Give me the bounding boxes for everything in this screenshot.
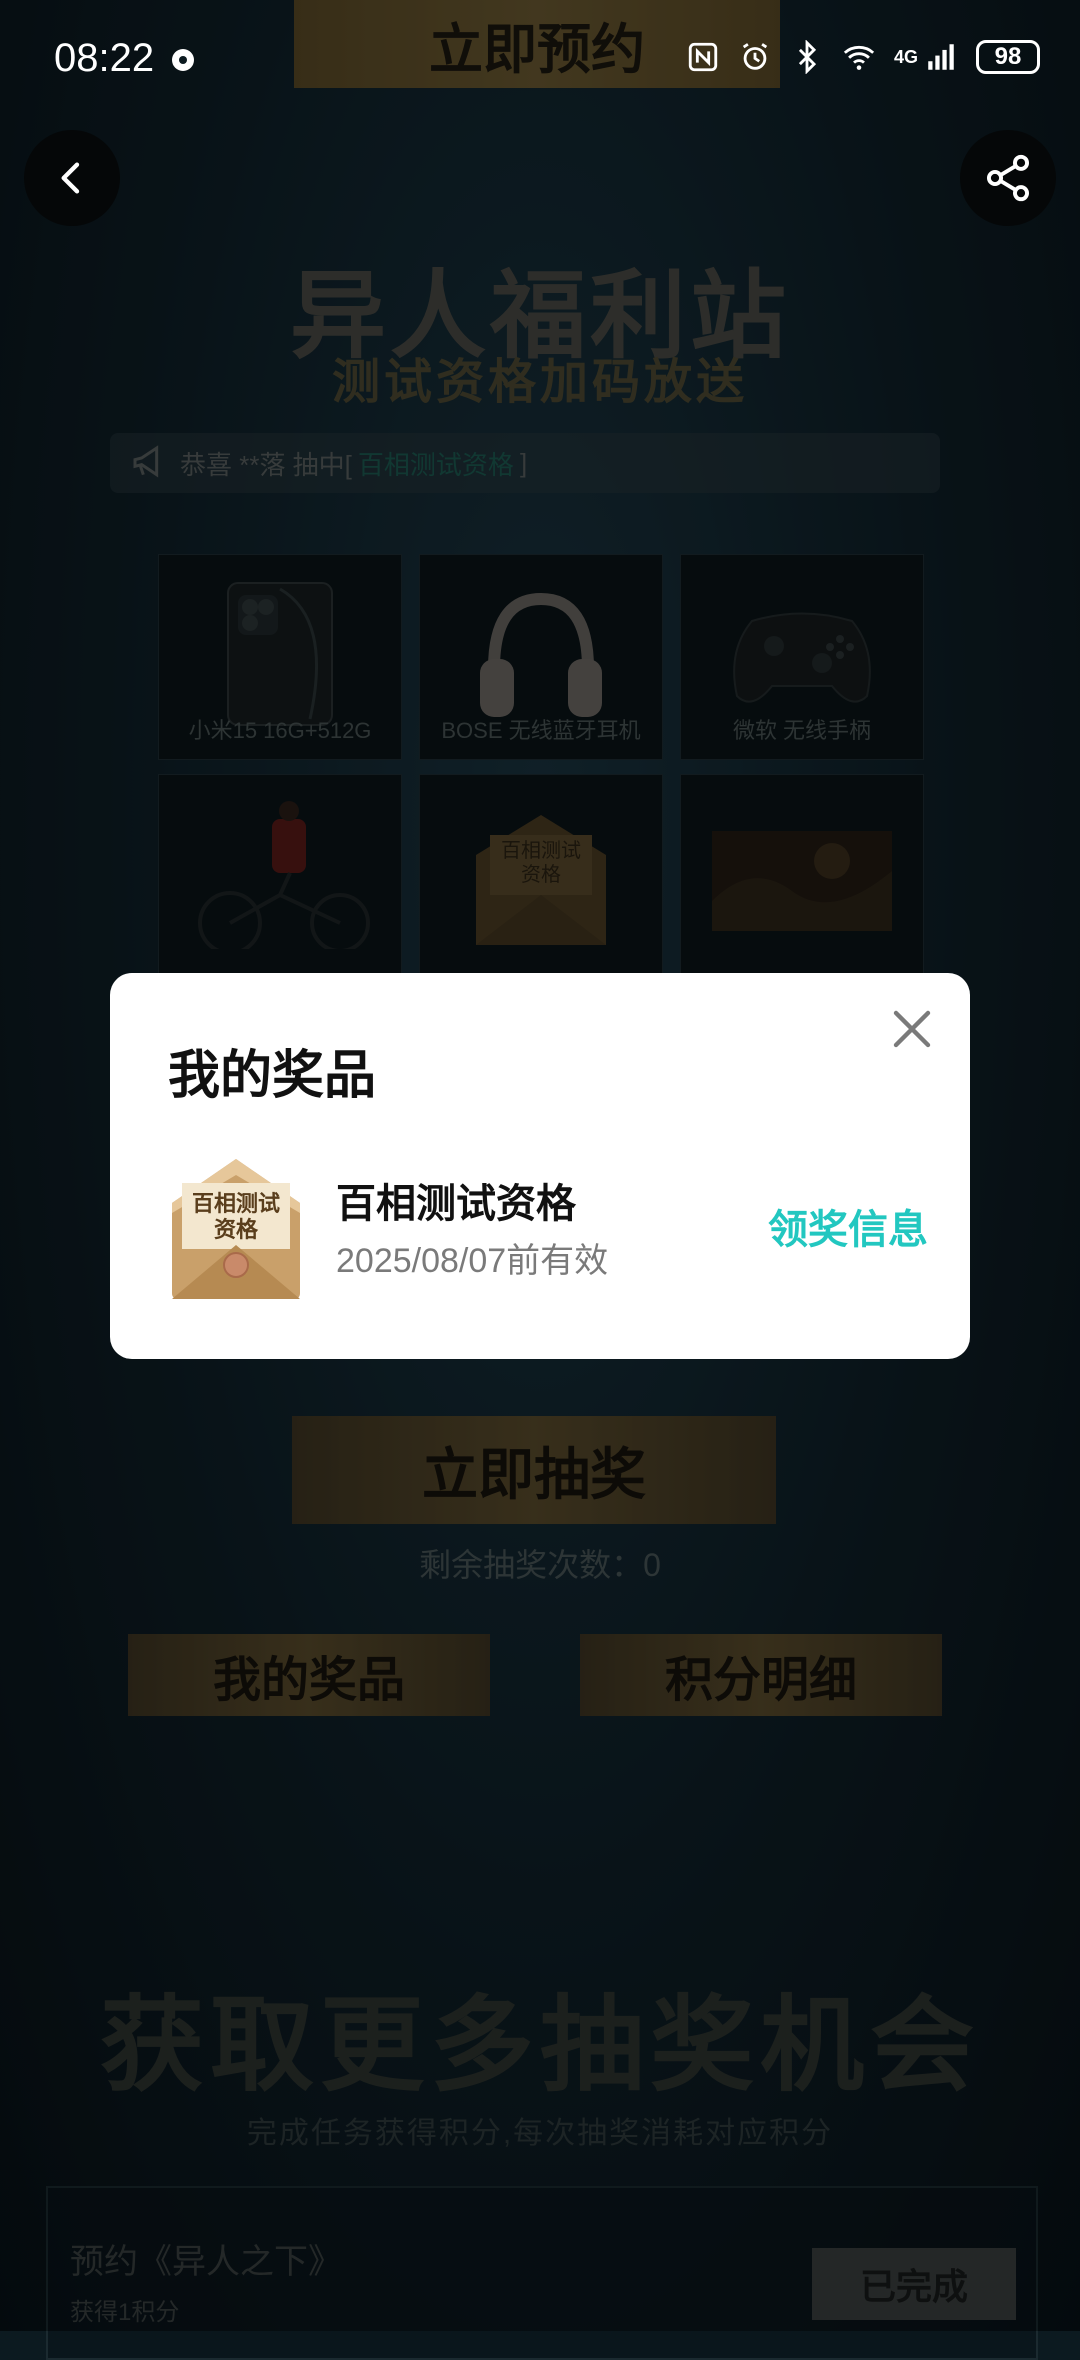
alarm-icon [742,43,768,70]
close-button[interactable] [884,1001,940,1057]
thumb-text-line1: 百相测试 [192,1191,280,1217]
wifi-icon [843,45,875,70]
prize-item: 百相测试 资格 百相测试资格 2025/08/07前有效 领奖信息 [168,1153,928,1303]
prize-thumb-envelope-icon: 百相测试 资格 [172,1159,300,1299]
battery-level: 98 [994,43,1022,70]
status-time: 08:22 [54,36,155,80]
modal-title: 我的奖品 [168,1047,377,1105]
status-bar: 08:22 4G 98 [0,0,1080,120]
thumb-text-line2: 资格 [214,1217,259,1243]
network-type: 4G [893,46,918,67]
battery-indicator: 98 [976,40,1040,74]
prize-expiry: 2025/08/07前有效 [336,1242,609,1280]
bluetooth-icon [798,40,817,74]
close-icon [893,1010,931,1048]
chevron-left-icon [61,162,80,194]
nfc-icon [688,42,718,72]
my-prizes-modal: 我的奖品 百相测试 资格 百相测试资格 2025/08/07前有效 领奖信息 [110,973,970,1359]
prize-name: 百相测试资格 [336,1182,576,1226]
notification-dot-icon [172,49,194,71]
status-icons: 4G 98 [686,40,1040,74]
share-icon [986,154,1030,202]
share-button[interactable] [960,130,1056,226]
signal-icon [928,44,954,70]
back-button[interactable] [24,130,120,226]
claim-info-link[interactable]: 领奖信息 [768,1197,928,1255]
